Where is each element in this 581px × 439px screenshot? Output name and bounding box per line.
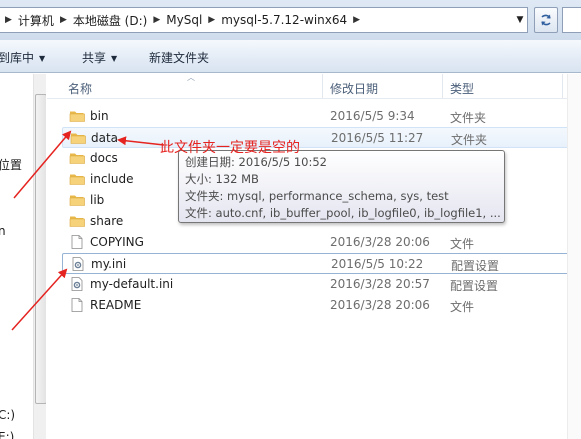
file-date-modified: 2016/3/28 20:06 (330, 298, 430, 312)
file-icon (69, 234, 85, 250)
file-type: 配置设置 (450, 279, 499, 293)
nav-item-recent-places[interactable]: 位置 (0, 156, 22, 173)
file-icon (69, 297, 85, 313)
file-row-data[interactable]: data 2016/5/5 11:27 文件夹 (62, 127, 581, 148)
breadcrumb-separator-icon[interactable]: ▶ (57, 15, 70, 25)
folder-info-tooltip: 创建日期: 2016/5/5 10:52 大小: 132 MB 文件夹: mys… (178, 150, 505, 223)
file-row-bin[interactable]: bin 2016/5/5 9:34 文件夹 (62, 106, 581, 127)
new-folder-button[interactable]: 新建文件夹 (149, 49, 209, 66)
column-type[interactable]: 类型 (450, 80, 474, 97)
breadcrumb-computer[interactable]: 计算机 (15, 12, 57, 29)
column-divider[interactable] (322, 74, 323, 98)
tooltip-files: 文件: auto.cnf, ib_buffer_pool, ib_logfile… (185, 206, 501, 220)
file-type: 文件夹 (451, 133, 488, 147)
address-bar[interactable]: ▶ 计算机 ▶ 本地磁盘 (D:) ▶ MySql ▶ mysql-5.7.12… (0, 7, 528, 33)
file-name: README (90, 298, 142, 312)
file-date-modified: 2016/3/28 20:57 (330, 277, 430, 291)
file-type: 文件 (450, 237, 475, 251)
file-date-modified: 2016/5/5 9:34 (330, 109, 415, 123)
breadcrumb-separator-icon[interactable]: ▶ (350, 15, 363, 25)
config-file-icon (69, 276, 85, 292)
config-file-icon (70, 256, 86, 272)
folder-icon (69, 108, 85, 124)
chevron-down-icon: ▼ (39, 54, 46, 63)
folder-icon (69, 213, 85, 229)
column-date-modified[interactable]: 修改日期 (330, 80, 378, 97)
file-name: COPYING (90, 235, 144, 249)
file-row-copying[interactable]: COPYING 2016/3/28 20:06 文件 (62, 232, 581, 253)
folder-icon (70, 130, 86, 146)
file-list-scrollbar[interactable] (567, 74, 581, 439)
breadcrumb-separator-icon[interactable]: ▶ (150, 15, 163, 25)
file-date-modified: 2016/5/5 11:27 (331, 131, 424, 145)
file-name: share (90, 214, 124, 228)
refresh-icon (541, 14, 551, 26)
folder-icon (69, 192, 85, 208)
nav-scrollbar-thumb[interactable] (35, 94, 46, 404)
file-row-readme[interactable]: README 2016/3/28 20:06 文件 (62, 295, 581, 316)
file-name: lib (90, 193, 105, 207)
file-type: 文件 (450, 300, 475, 314)
address-history-chevron-down-icon[interactable]: ▼ (513, 8, 527, 32)
nav-scrollbar[interactable] (33, 74, 46, 439)
file-list: ︿ 名称 修改日期 类型 bin 2016/5/5 9:34 文件夹 data 2016… (47, 73, 581, 439)
file-type: 文件夹 (450, 111, 487, 125)
breadcrumb-separator-icon[interactable]: ▶ (205, 15, 218, 25)
column-name[interactable]: 名称 (68, 80, 92, 97)
navigation-pane: 位置 n C:) E:) (0, 74, 46, 439)
include-in-library-button[interactable]: 到库中 ▼ (0, 49, 45, 66)
tooltip-folders: 文件夹: mysql, performance_schema, sys, tes… (185, 189, 449, 203)
file-name: my.ini (91, 257, 127, 271)
refresh-button[interactable] (534, 7, 558, 33)
file-row-my-default-ini[interactable]: my-default.ini 2016/3/28 20:57 配置设置 (62, 274, 581, 295)
column-divider[interactable] (562, 74, 563, 98)
tooltip-size: 大小: 132 MB (185, 172, 259, 186)
nav-item-partial[interactable]: n (0, 224, 6, 238)
nav-item-drive-e[interactable]: E:) (0, 430, 14, 439)
file-name: data (91, 131, 119, 145)
include-in-library-label: 到库中 (0, 51, 35, 65)
breadcrumb-drive-d[interactable]: 本地磁盘 (D:) (70, 12, 150, 29)
chevron-down-icon: ▼ (111, 54, 118, 63)
share-button[interactable]: 共享 ▼ (82, 49, 117, 66)
annotation-note: 此文件夹一定要是空的 (160, 140, 300, 156)
folder-icon (69, 150, 85, 166)
nav-item-drive-c[interactable]: C:) (0, 408, 15, 422)
file-row-my-ini[interactable]: my.ini 2016/5/5 10:22 配置设置 (62, 253, 581, 274)
file-type: 配置设置 (451, 259, 500, 273)
file-name: docs (90, 151, 118, 165)
sort-ascending-icon: ︿ (187, 73, 195, 82)
file-date-modified: 2016/5/5 10:22 (331, 257, 424, 271)
column-divider[interactable] (442, 74, 443, 98)
command-bar: 到库中 ▼ 共享 ▼ 新建文件夹 (0, 40, 581, 73)
address-bar-area: ▶ 计算机 ▶ 本地磁盘 (D:) ▶ MySql ▶ mysql-5.7.12… (0, 0, 581, 40)
file-name: bin (90, 109, 109, 123)
column-header: ︿ 名称 修改日期 类型 (47, 73, 581, 99)
search-input[interactable] (562, 7, 581, 33)
breadcrumb-mysql-winx64[interactable]: mysql-5.7.12-winx64 (218, 13, 350, 27)
breadcrumb-separator-icon[interactable]: ▶ (2, 15, 15, 25)
share-label: 共享 (82, 51, 107, 65)
file-date-modified: 2016/3/28 20:06 (330, 235, 430, 249)
folder-icon (69, 171, 85, 187)
file-name: my-default.ini (90, 277, 174, 291)
file-name: include (90, 172, 134, 186)
breadcrumb-mysql[interactable]: MySql (163, 13, 205, 27)
